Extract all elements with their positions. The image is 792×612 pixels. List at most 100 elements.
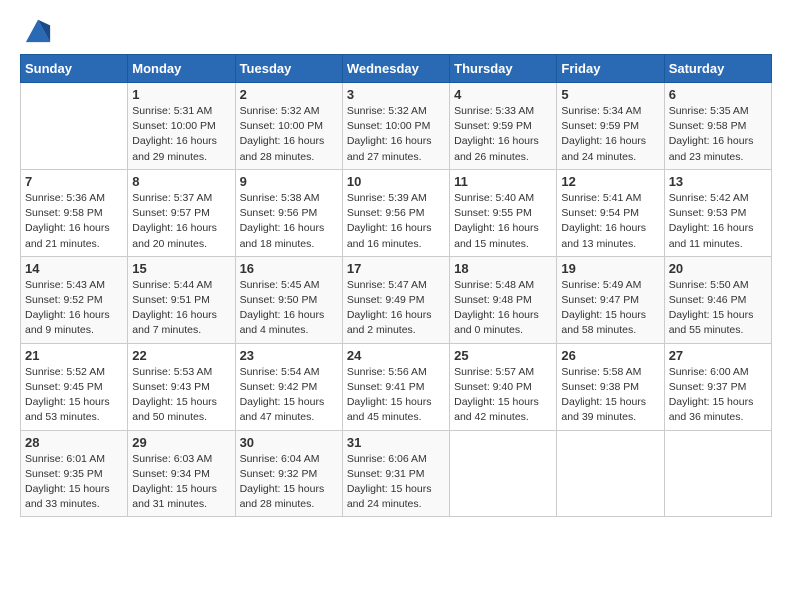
day-number: 19 — [561, 261, 659, 276]
day-number: 29 — [132, 435, 230, 450]
header-sunday: Sunday — [21, 55, 128, 83]
calendar-cell: 30 Sunrise: 6:04 AMSunset: 9:32 PMDayligh… — [235, 430, 342, 517]
calendar-cell: 14 Sunrise: 5:43 AMSunset: 9:52 PMDayligh… — [21, 256, 128, 343]
day-number: 3 — [347, 87, 445, 102]
calendar-cell: 29 Sunrise: 6:03 AMSunset: 9:34 PMDayligh… — [128, 430, 235, 517]
calendar-cell: 13 Sunrise: 5:42 AMSunset: 9:53 PMDayligh… — [664, 169, 771, 256]
calendar-week-3: 14 Sunrise: 5:43 AMSunset: 9:52 PMDayligh… — [21, 256, 772, 343]
calendar-cell: 21 Sunrise: 5:52 AMSunset: 9:45 PMDayligh… — [21, 343, 128, 430]
calendar-cell: 15 Sunrise: 5:44 AMSunset: 9:51 PMDayligh… — [128, 256, 235, 343]
day-number: 22 — [132, 348, 230, 363]
day-number: 13 — [669, 174, 767, 189]
calendar-table: SundayMondayTuesdayWednesdayThursdayFrid… — [20, 54, 772, 517]
calendar-cell: 28 Sunrise: 6:01 AMSunset: 9:35 PMDayligh… — [21, 430, 128, 517]
header-friday: Friday — [557, 55, 664, 83]
day-info: Sunrise: 5:35 AMSunset: 9:58 PMDaylight:… — [669, 104, 767, 165]
day-number: 1 — [132, 87, 230, 102]
day-number: 30 — [240, 435, 338, 450]
day-number: 11 — [454, 174, 552, 189]
day-info: Sunrise: 6:03 AMSunset: 9:34 PMDaylight:… — [132, 452, 230, 513]
day-number: 8 — [132, 174, 230, 189]
calendar-cell — [664, 430, 771, 517]
day-number: 23 — [240, 348, 338, 363]
day-number: 12 — [561, 174, 659, 189]
day-info: Sunrise: 5:50 AMSunset: 9:46 PMDaylight:… — [669, 278, 767, 339]
day-info: Sunrise: 5:32 AMSunset: 10:00 PMDaylight… — [347, 104, 445, 165]
day-number: 16 — [240, 261, 338, 276]
day-number: 26 — [561, 348, 659, 363]
calendar-cell: 17Sunrise: 5:47 AMSunset: 9:49 PMDayligh… — [342, 256, 449, 343]
calendar-cell: 27Sunrise: 6:00 AMSunset: 9:37 PMDayligh… — [664, 343, 771, 430]
day-info: Sunrise: 5:43 AMSunset: 9:52 PMDaylight:… — [25, 278, 123, 339]
day-info: Sunrise: 5:58 AMSunset: 9:38 PMDaylight:… — [561, 365, 659, 426]
day-number: 20 — [669, 261, 767, 276]
day-info: Sunrise: 5:48 AMSunset: 9:48 PMDaylight:… — [454, 278, 552, 339]
page-header — [20, 20, 772, 44]
day-number: 21 — [25, 348, 123, 363]
day-number: 9 — [240, 174, 338, 189]
day-info: Sunrise: 5:44 AMSunset: 9:51 PMDaylight:… — [132, 278, 230, 339]
calendar-cell: 2 Sunrise: 5:32 AMSunset: 10:00 PMDayligh… — [235, 83, 342, 170]
day-info: Sunrise: 5:52 AMSunset: 9:45 PMDaylight:… — [25, 365, 123, 426]
day-number: 24 — [347, 348, 445, 363]
day-number: 15 — [132, 261, 230, 276]
calendar-week-5: 28 Sunrise: 6:01 AMSunset: 9:35 PMDayligh… — [21, 430, 772, 517]
calendar-cell: 24 Sunrise: 5:56 AMSunset: 9:41 PMDayligh… — [342, 343, 449, 430]
day-number: 2 — [240, 87, 338, 102]
day-number: 18 — [454, 261, 552, 276]
logo-icon — [24, 16, 52, 44]
day-number: 28 — [25, 435, 123, 450]
day-number: 5 — [561, 87, 659, 102]
calendar-cell: 4Sunrise: 5:33 AMSunset: 9:59 PMDaylight… — [450, 83, 557, 170]
header-wednesday: Wednesday — [342, 55, 449, 83]
day-info: Sunrise: 5:36 AMSunset: 9:58 PMDaylight:… — [25, 191, 123, 252]
calendar-cell: 23 Sunrise: 5:54 AMSunset: 9:42 PMDayligh… — [235, 343, 342, 430]
header-tuesday: Tuesday — [235, 55, 342, 83]
day-info: Sunrise: 5:39 AMSunset: 9:56 PMDaylight:… — [347, 191, 445, 252]
calendar-week-1: 1 Sunrise: 5:31 AMSunset: 10:00 PMDayligh… — [21, 83, 772, 170]
day-info: Sunrise: 5:57 AMSunset: 9:40 PMDaylight:… — [454, 365, 552, 426]
calendar-cell — [557, 430, 664, 517]
day-info: Sunrise: 5:34 AMSunset: 9:59 PMDaylight:… — [561, 104, 659, 165]
day-info: Sunrise: 5:56 AMSunset: 9:41 PMDaylight:… — [347, 365, 445, 426]
day-number: 14 — [25, 261, 123, 276]
day-info: Sunrise: 6:04 AMSunset: 9:32 PMDaylight:… — [240, 452, 338, 513]
logo — [20, 20, 52, 44]
day-info: Sunrise: 5:33 AMSunset: 9:59 PMDaylight:… — [454, 104, 552, 165]
calendar-cell: 9 Sunrise: 5:38 AMSunset: 9:56 PMDaylight… — [235, 169, 342, 256]
day-info: Sunrise: 5:42 AMSunset: 9:53 PMDaylight:… — [669, 191, 767, 252]
day-info: Sunrise: 5:49 AMSunset: 9:47 PMDaylight:… — [561, 278, 659, 339]
header-saturday: Saturday — [664, 55, 771, 83]
calendar-cell: 10Sunrise: 5:39 AMSunset: 9:56 PMDayligh… — [342, 169, 449, 256]
calendar-cell: 5 Sunrise: 5:34 AMSunset: 9:59 PMDaylight… — [557, 83, 664, 170]
calendar-cell: 7Sunrise: 5:36 AMSunset: 9:58 PMDaylight… — [21, 169, 128, 256]
day-info: Sunrise: 6:01 AMSunset: 9:35 PMDaylight:… — [25, 452, 123, 513]
day-info: Sunrise: 5:31 AMSunset: 10:00 PMDaylight… — [132, 104, 230, 165]
calendar-cell: 6 Sunrise: 5:35 AMSunset: 9:58 PMDaylight… — [664, 83, 771, 170]
day-info: Sunrise: 5:32 AMSunset: 10:00 PMDaylight… — [240, 104, 338, 165]
day-info: Sunrise: 5:40 AMSunset: 9:55 PMDaylight:… — [454, 191, 552, 252]
day-info: Sunrise: 6:00 AMSunset: 9:37 PMDaylight:… — [669, 365, 767, 426]
day-info: Sunrise: 5:38 AMSunset: 9:56 PMDaylight:… — [240, 191, 338, 252]
day-info: Sunrise: 6:06 AMSunset: 9:31 PMDaylight:… — [347, 452, 445, 513]
calendar-cell: 1 Sunrise: 5:31 AMSunset: 10:00 PMDayligh… — [128, 83, 235, 170]
calendar-cell: 22 Sunrise: 5:53 AMSunset: 9:43 PMDayligh… — [128, 343, 235, 430]
calendar-cell: 11 Sunrise: 5:40 AMSunset: 9:55 PMDayligh… — [450, 169, 557, 256]
calendar-cell: 31 Sunrise: 6:06 AMSunset: 9:31 PMDayligh… — [342, 430, 449, 517]
day-info: Sunrise: 5:54 AMSunset: 9:42 PMDaylight:… — [240, 365, 338, 426]
calendar-cell: 3 Sunrise: 5:32 AMSunset: 10:00 PMDayligh… — [342, 83, 449, 170]
header-monday: Monday — [128, 55, 235, 83]
day-number: 25 — [454, 348, 552, 363]
calendar-cell: 8 Sunrise: 5:37 AMSunset: 9:57 PMDaylight… — [128, 169, 235, 256]
calendar-cell: 25 Sunrise: 5:57 AMSunset: 9:40 PMDayligh… — [450, 343, 557, 430]
day-info: Sunrise: 5:41 AMSunset: 9:54 PMDaylight:… — [561, 191, 659, 252]
day-number: 6 — [669, 87, 767, 102]
calendar-cell — [450, 430, 557, 517]
calendar-header-row: SundayMondayTuesdayWednesdayThursdayFrid… — [21, 55, 772, 83]
calendar-week-2: 7Sunrise: 5:36 AMSunset: 9:58 PMDaylight… — [21, 169, 772, 256]
day-info: Sunrise: 5:53 AMSunset: 9:43 PMDaylight:… — [132, 365, 230, 426]
calendar-cell: 20 Sunrise: 5:50 AMSunset: 9:46 PMDayligh… — [664, 256, 771, 343]
day-info: Sunrise: 5:45 AMSunset: 9:50 PMDaylight:… — [240, 278, 338, 339]
day-info: Sunrise: 5:37 AMSunset: 9:57 PMDaylight:… — [132, 191, 230, 252]
day-number: 31 — [347, 435, 445, 450]
